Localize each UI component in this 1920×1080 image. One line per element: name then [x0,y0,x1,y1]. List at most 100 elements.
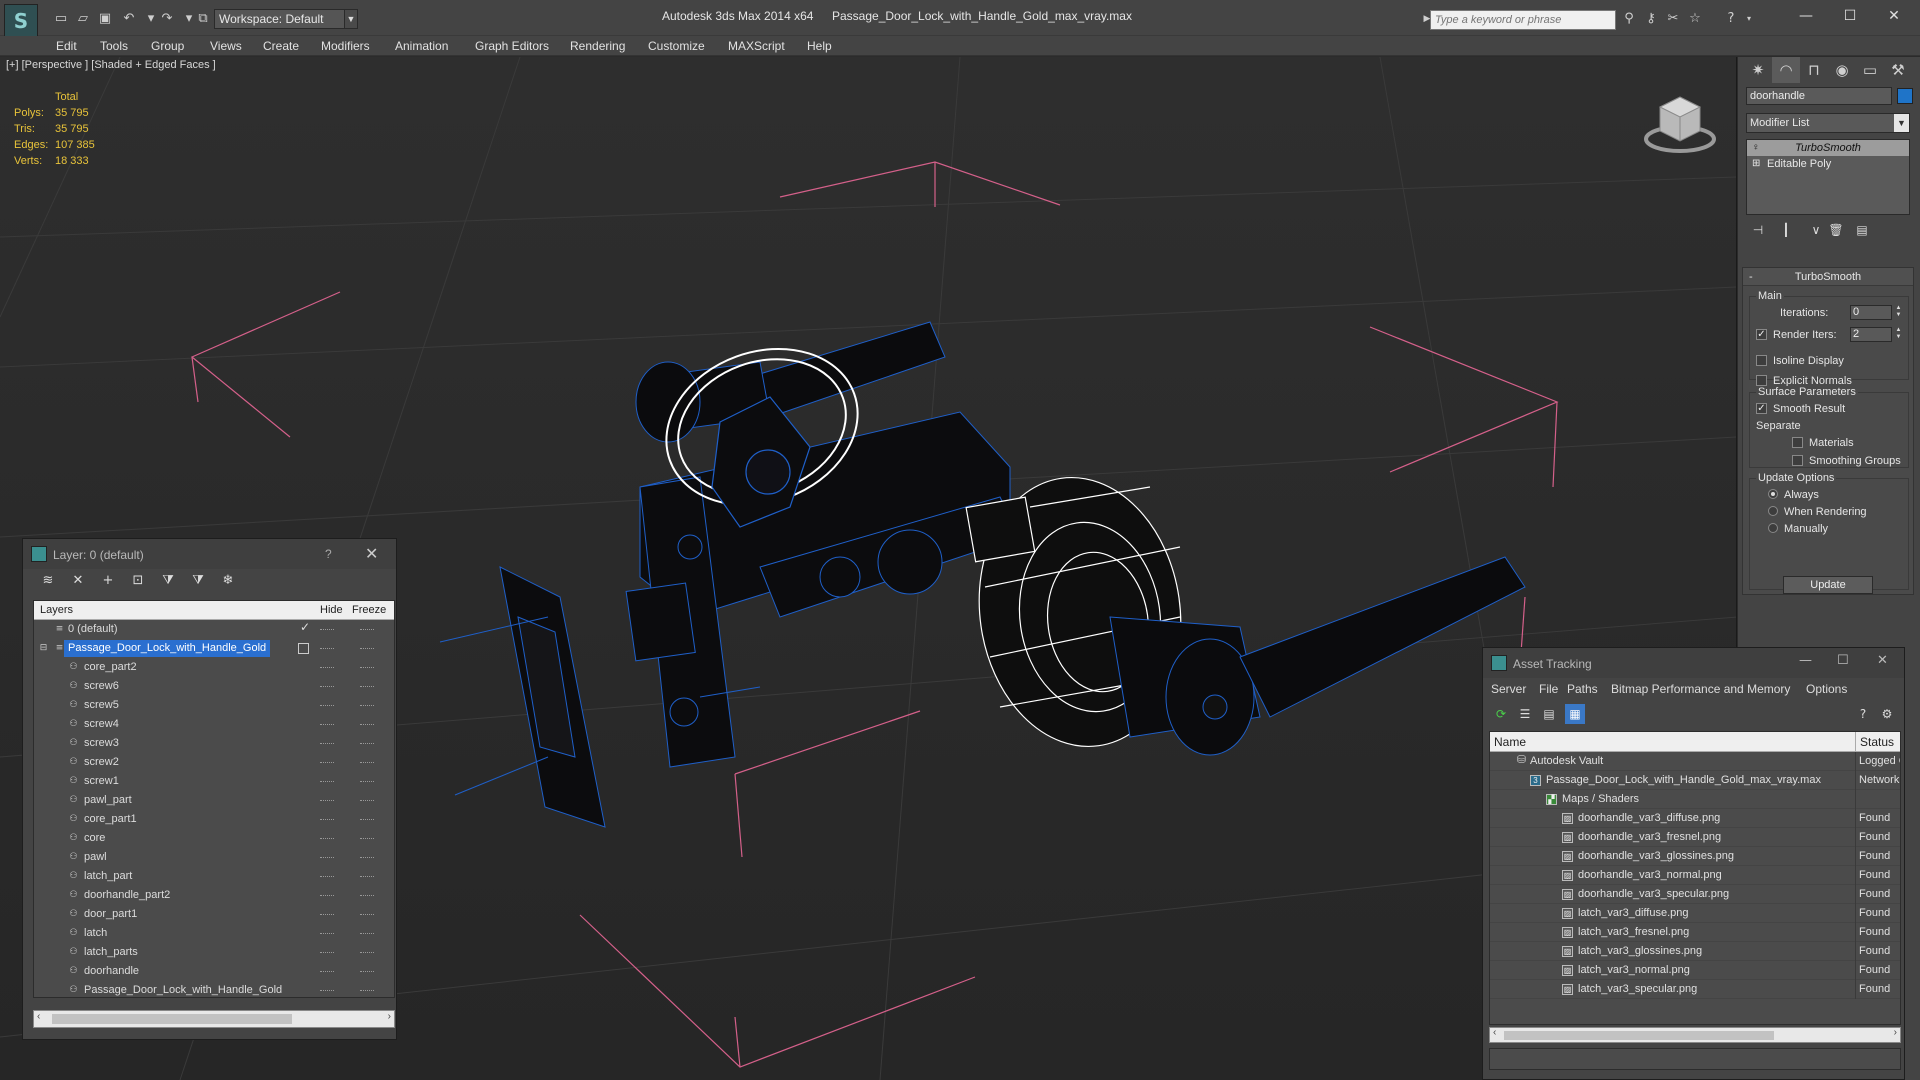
set-active-box-icon[interactable] [298,643,309,654]
scroll-right-icon[interactable]: › [388,1011,391,1022]
scrollbar-thumb[interactable] [1504,1031,1774,1040]
menu-file[interactable]: File [1539,682,1558,696]
scroll-left-icon[interactable]: ‹ [37,1011,40,1022]
scrollbar-thumb[interactable] [52,1014,292,1024]
list-item[interactable]: ⚇ core_part2 [34,658,394,677]
list-item[interactable]: ⚇ pawl [34,848,394,867]
help-dropdown-icon[interactable]: ▾ [1740,9,1758,27]
freeze-toggle[interactable] [360,819,374,821]
active-layer-check-icon[interactable]: ✓ [300,620,310,634]
smooth-result-checkbox[interactable]: ✓ [1756,402,1767,414]
hide-toggle[interactable] [320,876,334,878]
viewport-label[interactable]: [+] [Perspective ] [Shaded + Edged Faces… [6,59,216,71]
list-item[interactable]: ⚇ latch_parts [34,943,394,962]
list-view-icon[interactable]: ☰ [1515,704,1535,724]
delete-layer-icon[interactable]: ✕ [67,573,89,593]
table-row[interactable]: ▨ latch_var3_specular.png Found [1490,980,1900,999]
hide-toggle[interactable] [320,819,334,821]
redo-icon[interactable]: ↷ [158,9,176,27]
table-row[interactable]: ▨ doorhandle_var3_fresnel.png Found [1490,828,1900,847]
help-icon[interactable]: ? [1722,9,1740,27]
table-row[interactable]: 3 Passage_Door_Lock_with_Handle_Gold_max_… [1490,771,1900,790]
stack-item-turbosmooth[interactable]: ♀ TurboSmooth [1747,140,1909,156]
utilities-icon[interactable]: ⚒ [1884,57,1912,83]
hide-toggle[interactable] [320,800,334,802]
table-row[interactable]: ▨ doorhandle_var3_specular.png Found [1490,885,1900,904]
viewcube-icon[interactable] [1640,87,1720,157]
search-input[interactable] [1430,10,1616,30]
hide-toggle[interactable] [320,857,334,859]
remove-modifier-icon[interactable]: 🗑 [1826,223,1846,243]
hide-toggle[interactable] [320,686,334,688]
freeze-toggle[interactable] [360,895,374,897]
collapse-minus-icon[interactable]: ⊟ [38,643,49,654]
list-item[interactable]: ⚇ doorhandle [34,962,394,981]
close-icon[interactable]: ✕ [365,544,378,564]
close-icon[interactable]: ✕ [1874,4,1914,28]
list-item[interactable]: ⚇ screw5 [34,696,394,715]
table-view-icon[interactable]: ▤ [1539,704,1559,724]
layer-row-default[interactable]: ≡ 0 (default) ✓ [34,620,394,639]
list-item[interactable]: ⚇ latch_part [34,867,394,886]
freeze-toggle[interactable] [360,990,374,992]
menu-bitmap-performance[interactable]: Bitmap Performance and Memory [1611,682,1790,696]
freeze-column-header[interactable]: Freeze [352,604,386,616]
list-item[interactable]: ⚇ core [34,829,394,848]
layer-row-selected[interactable]: ⊟ ≡ Passage_Door_Lock_with_Handle_Gold [34,639,394,658]
rollout-header[interactable]: - TurboSmooth [1743,268,1913,286]
spinner-arrows-icon[interactable]: ▲ ▼ [1894,327,1903,342]
table-row[interactable]: ▨ doorhandle_var3_normal.png Found [1490,866,1900,885]
object-color-swatch[interactable] [1897,88,1913,104]
list-item[interactable]: ⚇ screw2 [34,753,394,772]
collapse-icon[interactable]: - [1749,268,1753,286]
menu-options[interactable]: Options [1806,682,1847,696]
hide-toggle[interactable] [320,629,334,631]
hide-toggle[interactable] [320,743,334,745]
layers-column-header[interactable]: Layers [40,604,73,616]
motion-icon[interactable]: ◉ [1828,57,1856,83]
save-icon[interactable]: ▣ [96,9,114,27]
pin-stack-icon[interactable]: ⊣ [1748,223,1768,243]
scroll-right-icon[interactable]: › [1894,1027,1897,1038]
hide-toggle[interactable] [320,762,334,764]
favorites-star-icon[interactable]: ☆ [1686,9,1704,27]
stack-item-editable-poly[interactable]: ⊞ Editable Poly [1747,156,1909,172]
name-column-header[interactable]: Name [1494,735,1526,749]
freeze-toggle[interactable] [360,876,374,878]
horizontal-scrollbar[interactable]: ‹ › [33,1010,395,1028]
freeze-toggle[interactable] [360,743,374,745]
workspace-dropdown[interactable]: Workspace: Default [214,9,354,29]
render-iters-spinner[interactable]: 2 [1850,327,1892,342]
materials-checkbox[interactable] [1792,436,1803,448]
table-row[interactable]: ▨ latch_var3_fresnel.png Found [1490,923,1900,942]
help-icon[interactable]: ? [325,547,332,561]
asset-window-titlebar[interactable]: Asset Tracking — ☐ ✕ [1483,648,1904,678]
scroll-left-icon[interactable]: ‹ [1493,1027,1496,1038]
spinner-arrows-icon[interactable]: ▲ ▼ [1894,305,1903,320]
hide-column-header[interactable]: Hide [320,604,343,616]
minimize-icon[interactable]: — [1786,4,1826,28]
freeze-toggle[interactable] [360,705,374,707]
list-item[interactable]: ⚇ core_part1 [34,810,394,829]
isoline-checkbox[interactable] [1756,354,1767,366]
freeze-toggle[interactable] [360,686,374,688]
hide-toggle[interactable] [320,914,334,916]
update-button[interactable]: Update [1783,576,1873,594]
menu-server[interactable]: Server [1491,682,1526,696]
table-row[interactable]: ▨ doorhandle_var3_glossines.png Found [1490,847,1900,866]
subscription-icon[interactable]: ⚷ [1642,9,1660,27]
object-name-field[interactable]: doorhandle [1746,87,1892,105]
menu-modifiers[interactable]: Modifiers [321,39,370,53]
table-row[interactable]: ▨ latch_var3_glossines.png Found [1490,942,1900,961]
freeze-toggle[interactable] [360,629,374,631]
when-rendering-radio[interactable] [1768,506,1778,517]
hide-toggle[interactable] [320,648,334,650]
expand-plus-icon[interactable]: ⊞ [1752,156,1760,172]
render-iters-checkbox[interactable]: ✓ [1756,328,1767,340]
hide-toggle[interactable] [320,705,334,707]
list-item[interactable]: ⚇ screw4 [34,715,394,734]
project-folder-icon[interactable]: ⧉ [194,9,212,27]
hide-toggle[interactable] [320,781,334,783]
configure-sets-icon[interactable]: ▤ [1852,223,1872,243]
always-radio[interactable] [1768,489,1778,500]
